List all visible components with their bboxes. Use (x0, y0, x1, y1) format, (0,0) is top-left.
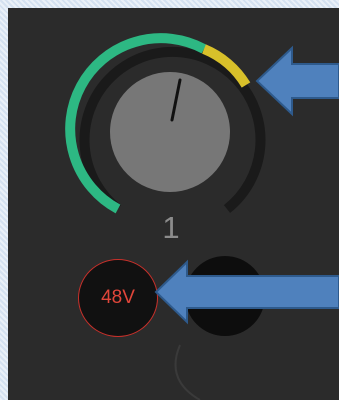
callout-arrow-48v (154, 259, 339, 325)
callout-arrows (154, 45, 339, 325)
callout-arrow-gain-halo (255, 45, 339, 117)
